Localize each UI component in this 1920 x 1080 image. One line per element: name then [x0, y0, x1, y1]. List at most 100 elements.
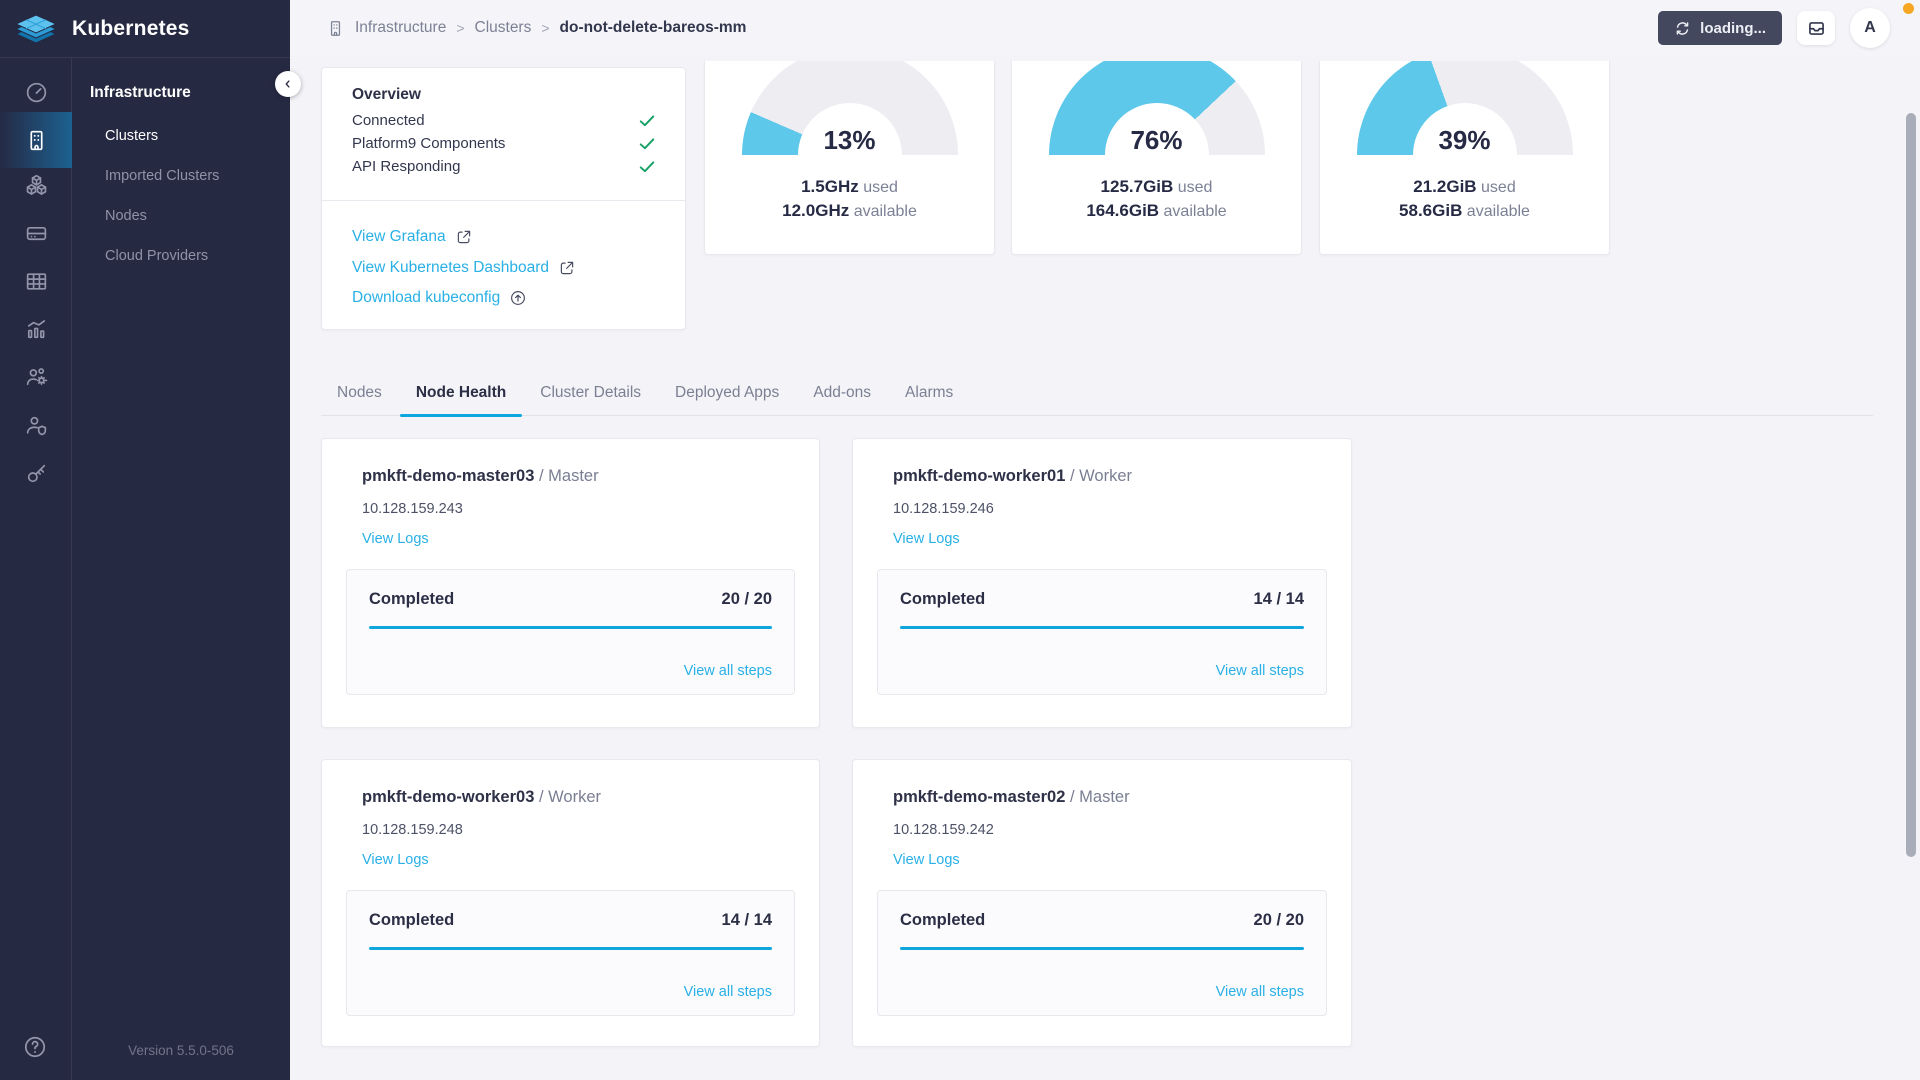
breadcrumb-separator: >: [541, 20, 549, 36]
tab-deployed-apps[interactable]: Deployed Apps: [659, 370, 795, 416]
node-ip: 10.128.159.246: [893, 501, 994, 517]
gauge-percent: 13%: [705, 125, 994, 156]
sidebar-icon-infrastructure[interactable]: [0, 112, 72, 168]
steps-count: 14 / 14: [1254, 590, 1304, 609]
check-label: Connected: [352, 112, 425, 129]
sidebar-item-nodes[interactable]: Nodes: [105, 208, 147, 224]
node-steps-panel: Completed 20 / 20 View all steps: [877, 890, 1327, 1016]
node-title: pmkft-demo-worker01 / Worker: [893, 467, 1132, 486]
sidebar-icon-pods[interactable]: [0, 257, 72, 305]
node-card-worker01: pmkft-demo-worker01 / Worker 10.128.159.…: [852, 438, 1352, 728]
kubernetes-logo-icon: [14, 13, 58, 45]
used-label: used: [1178, 179, 1213, 196]
node-ip: 10.128.159.248: [362, 822, 463, 838]
link-label: Download kubeconfig: [352, 289, 500, 307]
divider: [322, 200, 685, 201]
sync-refresh-icon: [1674, 20, 1691, 37]
sidebar-icon-monitoring[interactable]: [0, 305, 72, 353]
sidebar-item-cloud-providers[interactable]: Cloud Providers: [105, 248, 208, 264]
help-icon: [22, 1034, 48, 1060]
node-role: / Worker: [539, 788, 601, 806]
used-label: used: [863, 179, 898, 196]
sidebar-icon-tenants[interactable]: [0, 353, 72, 401]
cubes-icon: [24, 173, 49, 198]
view-logs-link[interactable]: View Logs: [362, 531, 429, 547]
app-logo: Kubernetes: [0, 0, 290, 58]
steps-count: 20 / 20: [722, 590, 772, 609]
breadcrumb-clusters[interactable]: Clusters: [475, 19, 532, 37]
breadcrumb: Infrastructure > Clusters > do-not-delet…: [326, 0, 746, 56]
sidebar-icon-access[interactable]: [0, 401, 72, 449]
overview-title: Overview: [352, 86, 421, 104]
chevron-left-icon: [281, 77, 295, 91]
sidebar-item-imported-clusters[interactable]: Imported Clusters: [105, 168, 219, 184]
check-icon: [637, 111, 657, 131]
tab-node-health[interactable]: Node Health: [400, 370, 522, 416]
available-label: available: [1164, 203, 1227, 220]
steps-header: Completed 20 / 20: [369, 590, 772, 609]
sidebar-icon-workloads[interactable]: [0, 161, 72, 209]
breadcrumb-separator: >: [456, 20, 464, 36]
available-value: 58.6GiB: [1399, 201, 1462, 220]
steps-count: 20 / 20: [1254, 911, 1304, 930]
view-all-steps-link[interactable]: View all steps: [1216, 984, 1304, 1000]
sidebar-icon-dashboard[interactable]: [0, 68, 72, 116]
view-logs-link[interactable]: View Logs: [893, 852, 960, 868]
available-label: available: [1467, 203, 1530, 220]
steps-header: Completed 14 / 14: [900, 590, 1304, 609]
building-icon: [24, 128, 49, 153]
version-label: Version 5.5.0-506: [72, 1043, 290, 1058]
sidebar: Kubernetes: [0, 0, 290, 1080]
steps-status: Completed: [369, 911, 454, 930]
sidebar-item-clusters[interactable]: Clusters: [105, 128, 158, 144]
sidebar-collapse-button[interactable]: [275, 71, 301, 97]
gauge-percent: 76%: [1012, 125, 1301, 156]
gauge-used-line: 1.5GHz used: [705, 177, 994, 197]
node-steps-panel: Completed 14 / 14 View all steps: [877, 569, 1327, 695]
check-row-platform9-components: Platform9 Components: [352, 132, 657, 155]
tab-alarms[interactable]: Alarms: [889, 370, 969, 416]
link-label: View Grafana: [352, 228, 446, 246]
used-value: 125.7GiB: [1101, 177, 1174, 196]
app-window: Kubernetes: [0, 0, 1920, 1080]
available-label: available: [854, 203, 917, 220]
notification-dot: [1903, 3, 1914, 14]
view-logs-link[interactable]: View Logs: [893, 531, 960, 547]
top-header: Infrastructure > Clusters > do-not-delet…: [290, 0, 1920, 56]
view-all-steps-link[interactable]: View all steps: [1216, 663, 1304, 679]
node-card-master02: pmkft-demo-master02 / Master 10.128.159.…: [852, 759, 1352, 1047]
sidebar-icon-api-key[interactable]: [0, 449, 72, 497]
check-row-connected: Connected: [352, 109, 657, 132]
cluster-overview-card: Overview Connected Platform9 Components …: [321, 67, 686, 330]
tab-add-ons[interactable]: Add-ons: [797, 370, 887, 416]
available-value: 12.0GHz: [782, 201, 849, 220]
check-label: API Responding: [352, 158, 460, 175]
sidebar-icon-storage[interactable]: [0, 209, 72, 257]
breadcrumb-infrastructure[interactable]: Infrastructure: [355, 19, 446, 37]
cluster-detail-tabs: Nodes Node Health Cluster Details Deploy…: [321, 370, 1873, 416]
steps-header: Completed 14 / 14: [369, 911, 772, 930]
steps-progress-bar: [900, 947, 1304, 950]
server-drive-icon: [24, 221, 49, 246]
view-all-steps-link[interactable]: View all steps: [684, 984, 772, 1000]
dashboard-gauge-icon: [24, 80, 49, 105]
vertical-scrollbar-thumb[interactable]: [1906, 113, 1916, 857]
notifications-inbox-button[interactable]: [1797, 11, 1835, 45]
node-title: pmkft-demo-worker03 / Worker: [362, 788, 601, 807]
view-kubernetes-dashboard-link[interactable]: View Kubernetes Dashboard: [352, 259, 576, 277]
help-button[interactable]: [22, 1034, 50, 1062]
download-kubeconfig-link[interactable]: Download kubeconfig: [352, 289, 527, 307]
cpu-usage-gauge-card: 13% 1.5GHz used 12.0GHz available: [704, 61, 995, 255]
available-value: 164.6GiB: [1086, 201, 1159, 220]
tab-nodes[interactable]: Nodes: [321, 370, 398, 416]
user-avatar[interactable]: A: [1850, 8, 1890, 48]
tab-cluster-details[interactable]: Cluster Details: [524, 370, 657, 416]
header-actions: loading... A: [1658, 0, 1890, 56]
loading-button-label: loading...: [1700, 20, 1766, 37]
breadcrumb-building-icon: [326, 19, 345, 38]
view-logs-link[interactable]: View Logs: [362, 852, 429, 868]
loading-button[interactable]: loading...: [1658, 11, 1782, 45]
view-grafana-link[interactable]: View Grafana: [352, 228, 473, 246]
node-name: pmkft-demo-master03: [362, 467, 534, 485]
view-all-steps-link[interactable]: View all steps: [684, 663, 772, 679]
